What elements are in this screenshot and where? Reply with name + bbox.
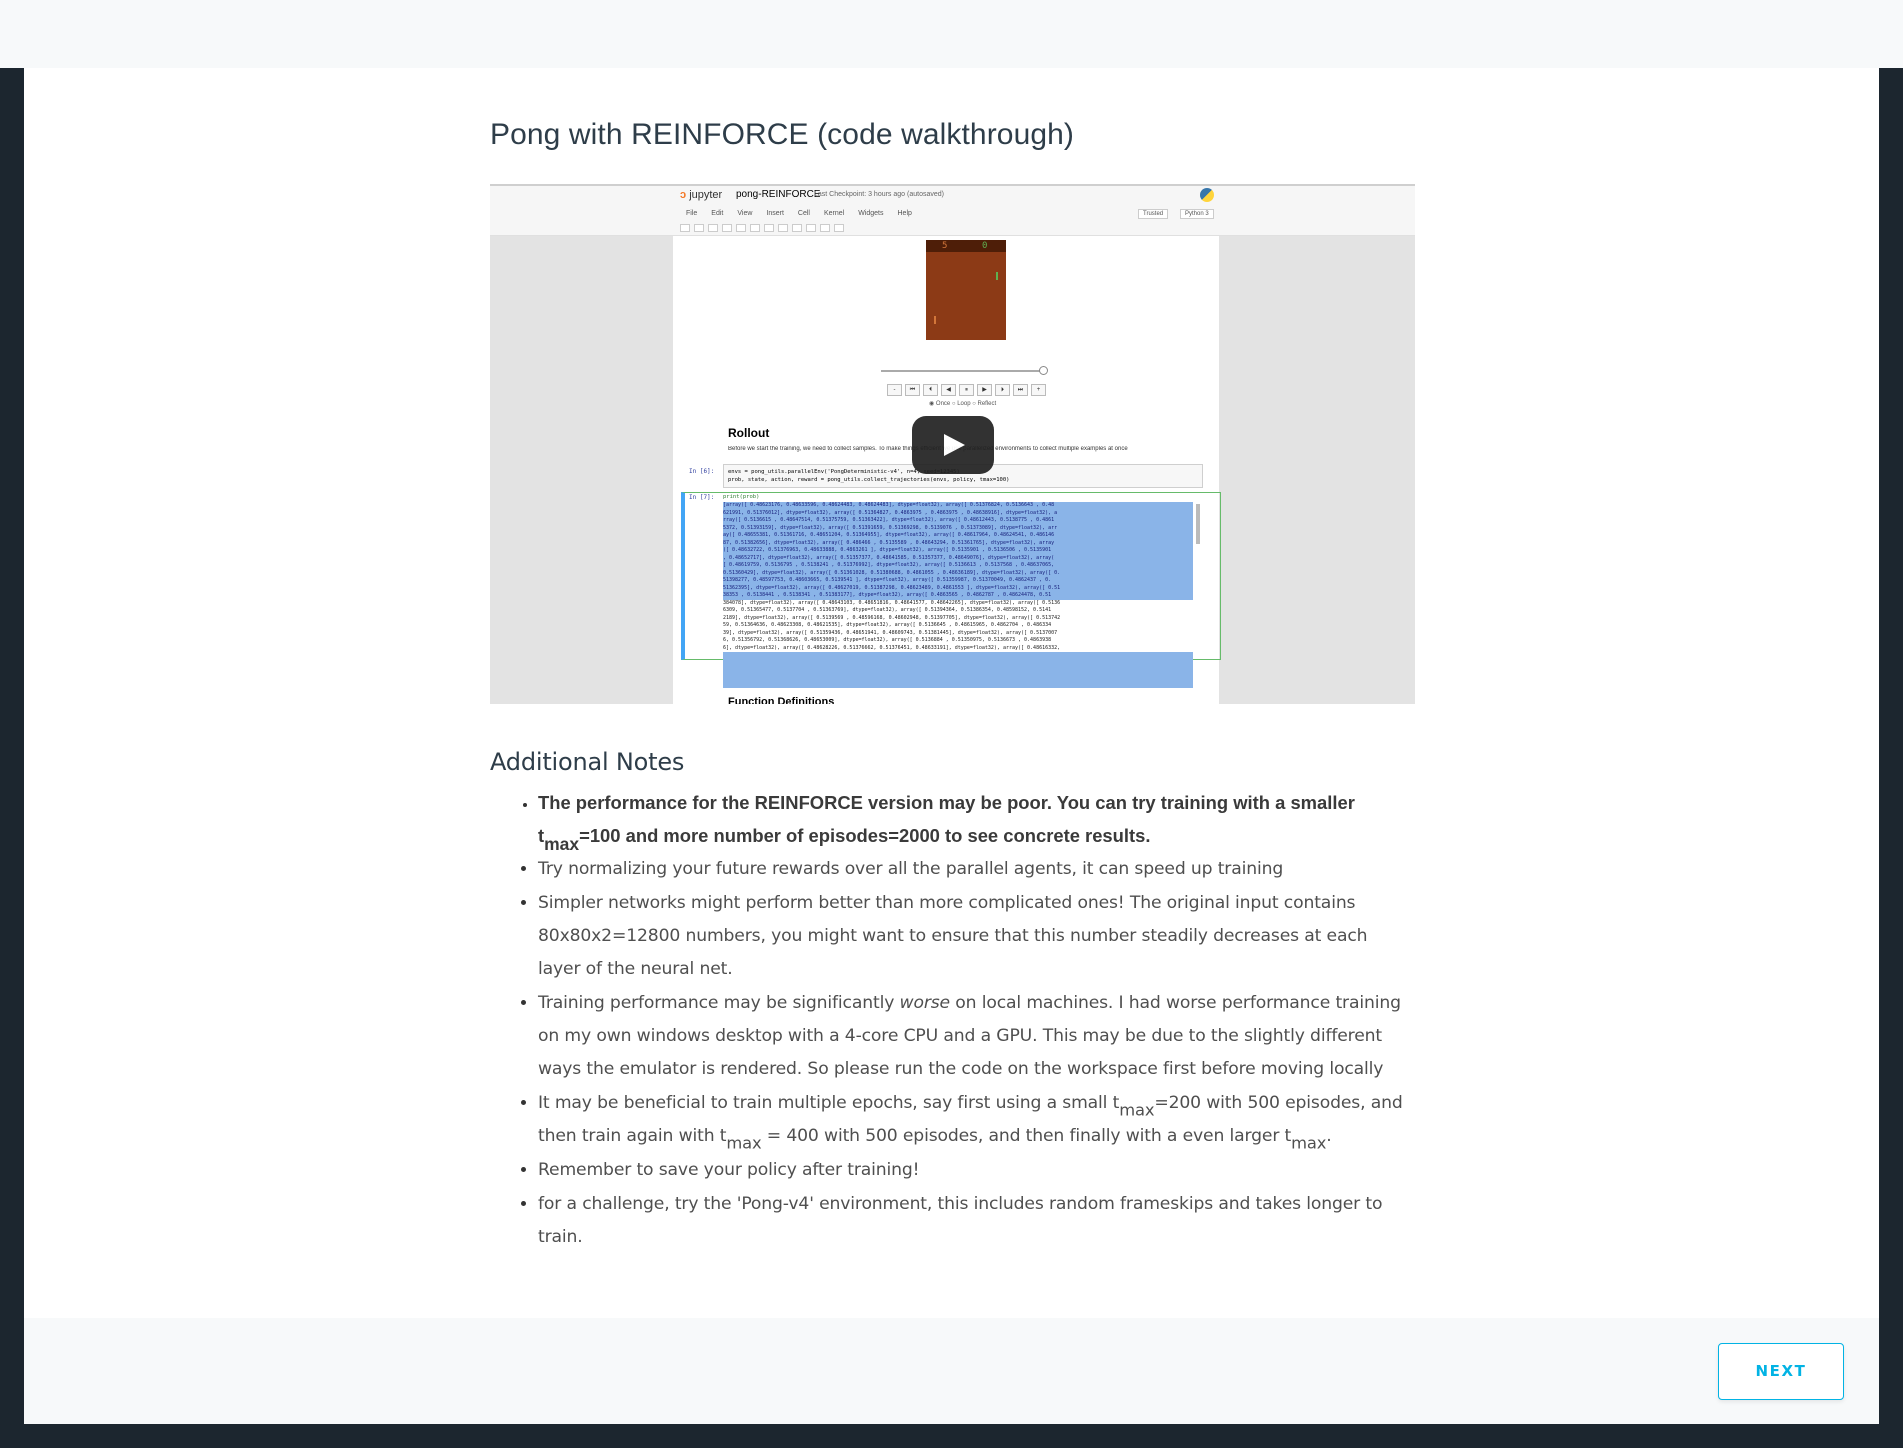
menu-help: Help xyxy=(897,210,912,217)
output-line: 6309, 0.51365477, 0.5137704 , 0.51363769… xyxy=(723,607,1193,615)
notes-list: The performance for the REINFORCE versio… xyxy=(490,786,1415,1254)
menu-kernel: Kernel xyxy=(823,210,845,217)
note-item: The performance for the REINFORCE versio… xyxy=(538,786,1415,853)
notebook-toolbar xyxy=(680,224,844,232)
play-icon xyxy=(944,434,965,456)
menu-cell: Cell xyxy=(797,210,810,217)
note-item: Try normalizing your future rewards over… xyxy=(538,852,1415,886)
lesson-page: Pong with REINFORCE (code walkthrough) ↄ… xyxy=(24,68,1879,1424)
menu-insert: Insert xyxy=(766,210,784,217)
cell-6-line-2: prob, state, action, reward = pong_utils… xyxy=(728,477,1010,483)
animation-controls: - ⏮ ⏴ ◀ ⏸ ▶ ⏵ ⏭ + xyxy=(887,384,1046,396)
output-line: 51362395], dtype=float32), array([ 0.486… xyxy=(723,584,1061,591)
note-item: Training performance may be significantl… xyxy=(538,986,1415,1086)
notebook-checkpoint: Last Checkpoint: 3 hours ago (autosaved) xyxy=(814,191,944,198)
notebook-name: pong-REINFORCE xyxy=(736,189,821,200)
output-line: rray([ 0.5136615 , 0.48647514, 0.5137575… xyxy=(723,517,1055,523)
cell-7-prompt: In [7]: xyxy=(689,494,715,501)
output-line: 5372, 0.51393159], dtype=float32), array… xyxy=(723,524,1058,531)
additional-notes-heading: Additional Notes xyxy=(490,748,685,776)
menu-widgets: Widgets xyxy=(858,210,884,217)
kernel-badge: Python 3 xyxy=(1180,209,1214,219)
play-button[interactable] xyxy=(912,416,994,474)
menu-edit: Edit xyxy=(711,210,724,217)
note-item: for a challenge, try the 'Pong-v4' envir… xyxy=(538,1187,1415,1254)
lesson-content: Pong with REINFORCE (code walkthrough) ↄ… xyxy=(490,118,1415,1254)
loop-options: ◉ Once ○ Loop ○ Reflect xyxy=(929,401,997,407)
video-player[interactable]: ↄ jupyter pong-REINFORCE Last Checkpoint… xyxy=(490,184,1415,704)
output-line: ay([ 0.48655381, 0.51361716, 0.48651204,… xyxy=(723,532,1055,538)
top-bar xyxy=(0,0,1903,68)
note-item: Simpler networks might perform better th… xyxy=(538,886,1415,986)
output-line: 384078], dtype=float32), array([ 0.48643… xyxy=(723,599,1193,607)
score-right: 0 xyxy=(982,241,988,251)
pong-frame: 5 0 xyxy=(926,240,1006,340)
output-scrollbar xyxy=(1196,504,1200,544)
python-logo-icon xyxy=(1200,188,1214,202)
cell-6-prompt: In [6]: xyxy=(689,468,715,475)
output-line: , 0.48652717], dtype=float32), array([ 0… xyxy=(723,554,1055,561)
output-line: [array([ 0.48623176, 0.48633596, 0.48624… xyxy=(723,502,1055,508)
page-title: Pong with REINFORCE (code walkthrough) xyxy=(490,118,1075,151)
output-line: 6], dtype=float32), array([ 0.48628226, … xyxy=(723,644,1193,652)
output-line: 0.51360429], dtype=float32), array([ 0.5… xyxy=(723,569,1061,576)
paddle-left xyxy=(934,316,936,324)
cell-7-code: print(prob) xyxy=(723,494,760,500)
next-button[interactable]: NEXT xyxy=(1718,1343,1844,1400)
note-item: Remember to save your policy after train… xyxy=(538,1153,1415,1187)
paddle-right xyxy=(996,272,998,280)
output-line: 39], dtype=float32), array([ 0.51359436,… xyxy=(723,629,1193,637)
jupyter-logo: ↄ jupyter xyxy=(680,189,723,201)
menu-file: File xyxy=(686,210,698,217)
output-line: ([ 0.48632722, 0.51376963, 0.48633888, 0… xyxy=(723,547,1052,553)
trusted-badge: Trusted xyxy=(1138,209,1169,219)
output-line: 38353 , 0.5138441 , 0.5138341 , 0.513831… xyxy=(723,592,1052,598)
output-line: [ 0.48619759, 0.5136795 , 0.5138241 , 0.… xyxy=(723,562,1055,568)
output-line: 51398277, 0.48597753, 0.48603665, 0.5139… xyxy=(723,577,1052,583)
output-line: 59, 0.51364636, 0.48623308, 0.48621535],… xyxy=(723,622,1193,630)
footer-bar xyxy=(24,1318,1879,1424)
notebook-menu: File Edit View Insert Cell Kernel Widget… xyxy=(686,210,912,217)
note-item: It may be beneficial to train multiple e… xyxy=(538,1086,1415,1153)
function-definitions-heading: Function Definitions xyxy=(728,696,835,704)
output-line: 621991, 0.51376012], dtype=float32), arr… xyxy=(723,509,1058,516)
notebook-header: ↄ jupyter pong-REINFORCE Last Checkpoint… xyxy=(490,184,1415,236)
score-left: 5 xyxy=(942,241,948,251)
output-line: 2189], dtype=float32), array([ 0.5139569… xyxy=(723,614,1193,622)
output-line: 87, 0.51382656], dtype=float32), array([… xyxy=(723,539,1055,546)
cell-output: [array([ 0.48623176, 0.48633596, 0.48624… xyxy=(723,502,1193,688)
rollout-heading: Rollout xyxy=(728,426,770,440)
animation-slider xyxy=(881,366,1048,375)
menu-view: View xyxy=(737,210,753,217)
output-line: 6, 0.51356792, 0.51368626, 0.48653009], … xyxy=(723,637,1193,645)
